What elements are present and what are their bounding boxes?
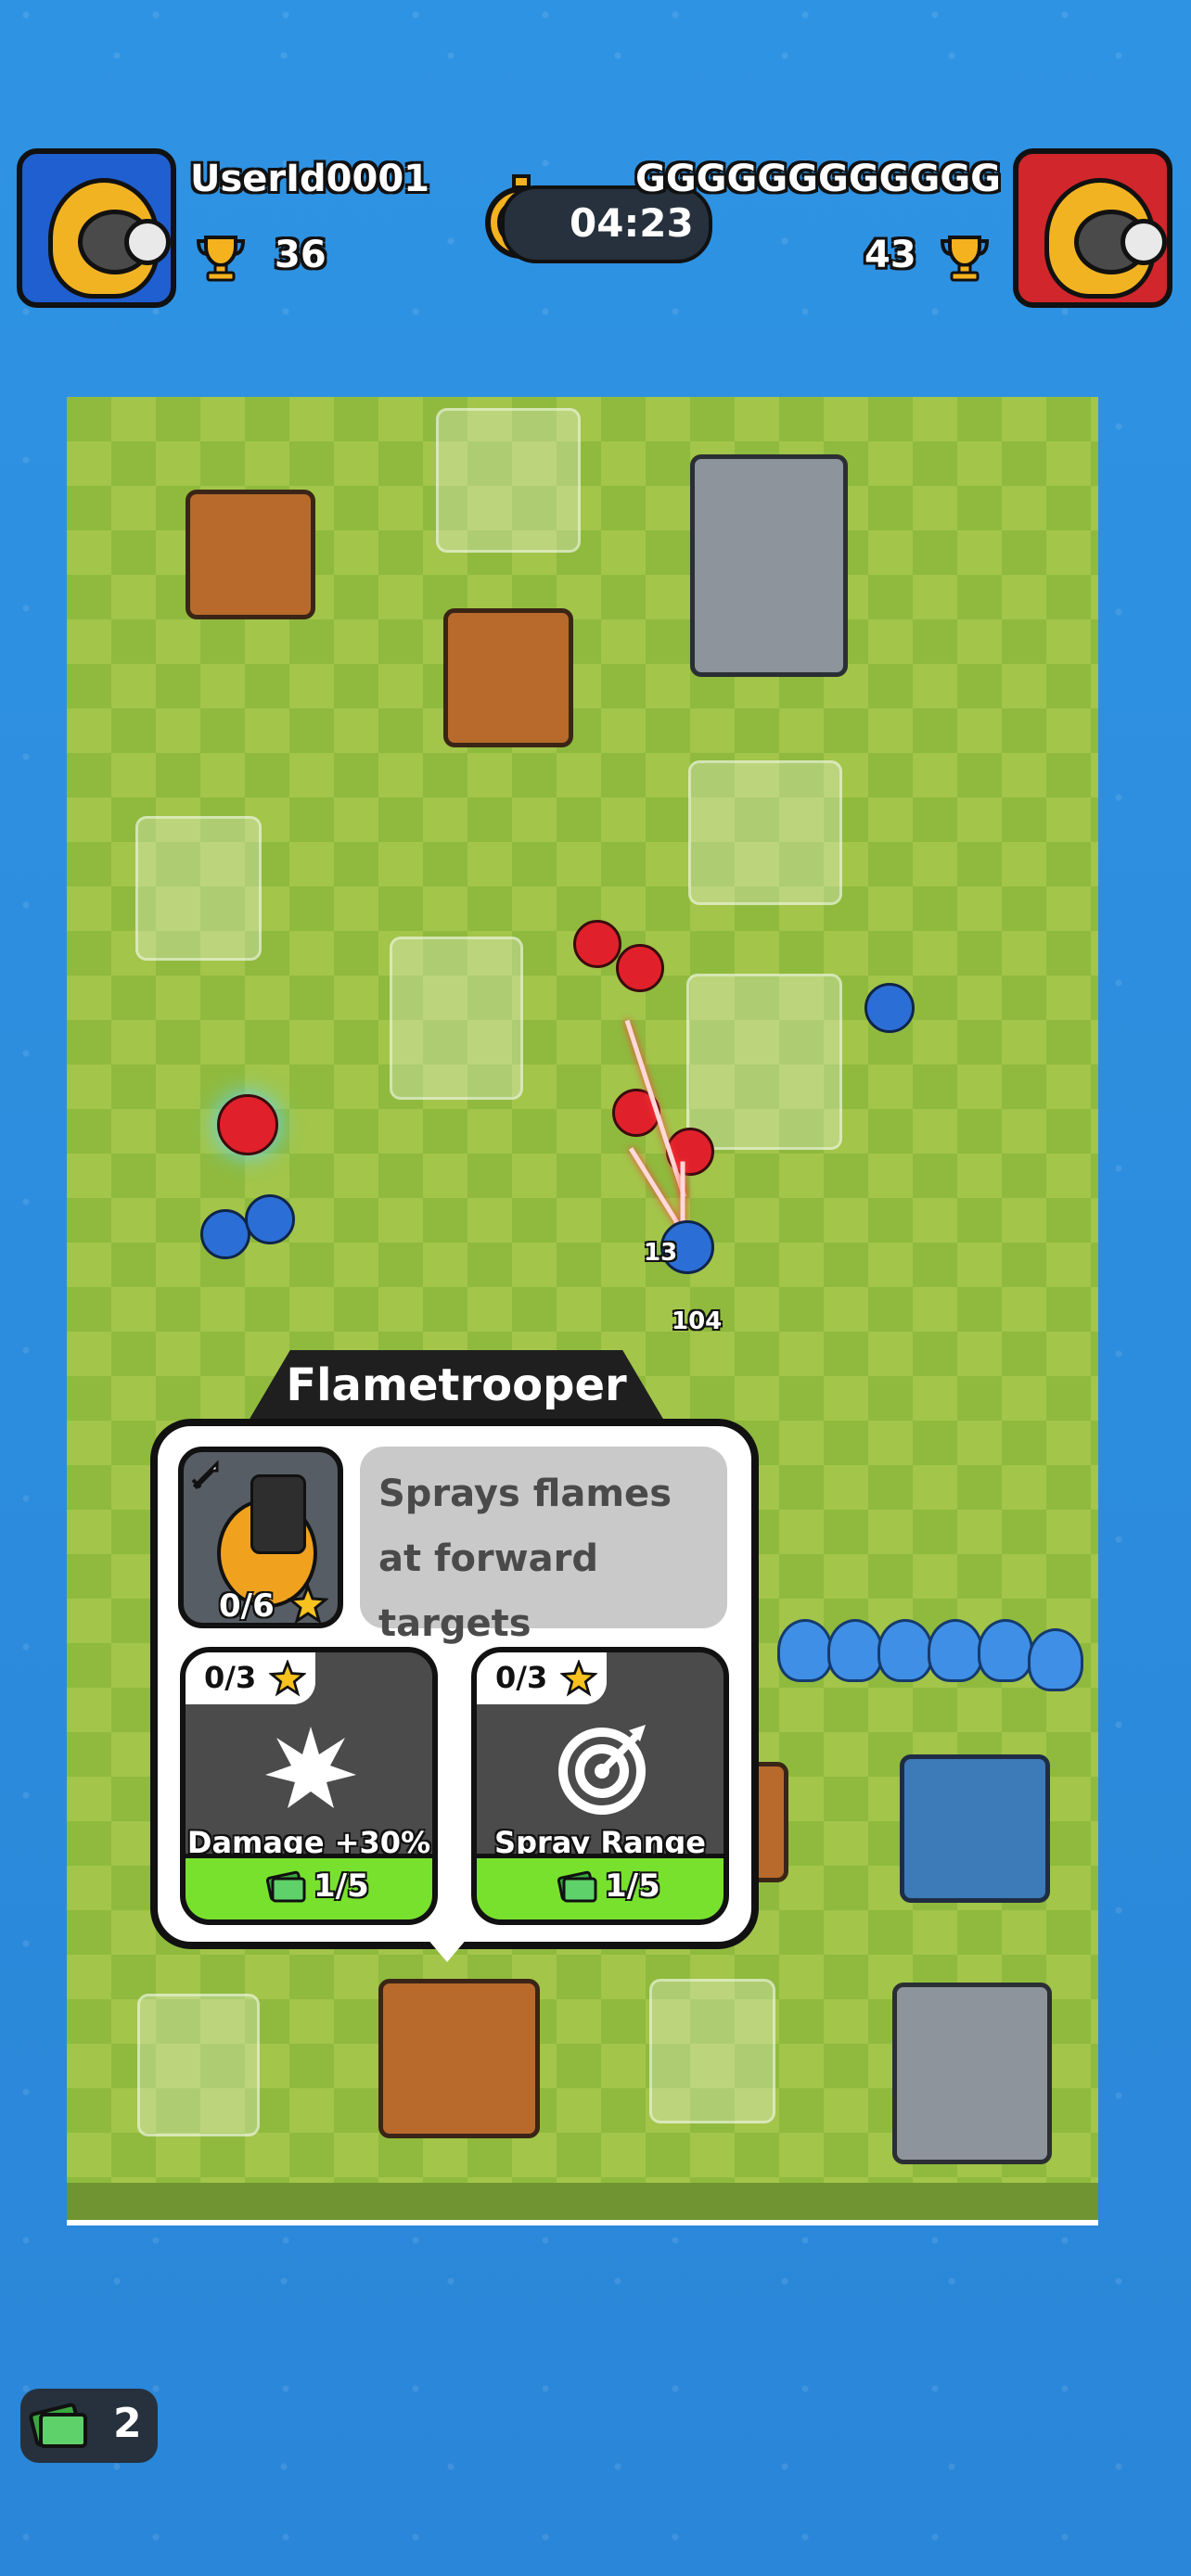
sword-icon <box>191 1460 219 1490</box>
explosion-icon <box>265 1727 356 1808</box>
cash-counter: 2 <box>20 2389 158 2463</box>
upgrade-card-spray-range[interactable]: 0/3 Spray Range +30% 1/5 <box>471 1647 729 1925</box>
player-building-tent[interactable] <box>900 1754 1050 1903</box>
popup-title-tab: Flametrooper <box>249 1350 664 1421</box>
player-avatar-left[interactable] <box>17 148 176 308</box>
target-icon <box>558 1725 646 1815</box>
unit-star-count: 0/6 <box>219 1588 275 1625</box>
player-name-right: GGGGGGGGGGGG <box>635 158 1001 200</box>
damage-number: 104 <box>672 1307 723 1335</box>
blue-squad-unit <box>978 1619 1033 1682</box>
cash-icon <box>557 1870 597 1903</box>
unit-flamethrower <box>250 1474 306 1554</box>
building-slot-ghost[interactable] <box>686 974 842 1150</box>
cash-icon <box>29 2403 87 2448</box>
blue-squad-unit <box>827 1619 883 1682</box>
building-slot-ghost[interactable] <box>137 1994 260 2136</box>
cash-amount: 2 <box>113 2400 142 2447</box>
building-slot-ghost[interactable] <box>649 1979 775 2123</box>
upgrade-stars: 0/3 <box>495 1660 548 1695</box>
trophy-count-right: 43 <box>864 234 916 276</box>
top-hud: UserId0001 36 04:23 GGGGGGGGGGGG 43 <box>0 0 1191 334</box>
avatar-nozzle <box>124 219 171 265</box>
damage-number: 13 <box>644 1239 678 1267</box>
timer-value: 04:23 <box>570 200 694 246</box>
popup-title: Flametrooper <box>286 1359 627 1411</box>
trophy-count-left: 36 <box>275 234 327 276</box>
upgrade-cost[interactable]: 1/5 <box>477 1854 724 1919</box>
enemy-flametrooper <box>217 1094 278 1155</box>
building-slot-ghost[interactable] <box>135 816 262 961</box>
trophy-icon <box>196 236 246 282</box>
enemy-unit <box>573 920 621 968</box>
blue-squad-unit <box>928 1619 983 1682</box>
star-icon <box>288 1584 328 1623</box>
enemy-building-turret[interactable] <box>443 608 573 747</box>
enemy-unit-blue <box>864 983 915 1033</box>
building-slot-ghost[interactable] <box>688 760 842 905</box>
player-building-factory[interactable] <box>892 1983 1052 2164</box>
upgrade-stars: 0/3 <box>204 1660 257 1695</box>
upgrade-cost-value: 1/5 <box>314 1868 369 1905</box>
building-slot-ghost[interactable] <box>436 408 581 553</box>
player-name-left: UserId0001 <box>190 158 429 200</box>
blue-squad-unit <box>877 1619 933 1682</box>
blue-squad-unit <box>777 1619 833 1682</box>
star-icon <box>269 1660 306 1697</box>
player-unit <box>245 1194 295 1244</box>
blue-squad-unit <box>1028 1628 1083 1691</box>
cash-icon <box>265 1870 306 1903</box>
unit-description-box: Sprays flames at forward targets <box>360 1447 727 1645</box>
trophy-icon <box>940 236 990 282</box>
unit-description: Sprays flames at forward targets <box>378 1473 672 1645</box>
player-building-forge[interactable] <box>378 1979 540 2138</box>
player-avatar-right[interactable] <box>1013 148 1172 308</box>
player-unit <box>200 1209 250 1259</box>
upgrade-cost-value: 1/5 <box>605 1868 660 1905</box>
avatar-nozzle <box>1121 219 1167 265</box>
upgrade-star-tag: 0/3 <box>477 1652 607 1704</box>
upgrade-star-tag: 0/3 <box>186 1652 315 1704</box>
laser-beam <box>680 1161 685 1227</box>
enemy-unit <box>616 944 664 992</box>
enemy-building-furnace[interactable] <box>186 490 315 619</box>
upgrade-card-damage[interactable]: 0/3 Damage +30% 1/5 <box>180 1647 438 1925</box>
star-icon <box>560 1660 597 1697</box>
upgrade-cost[interactable]: 1/5 <box>186 1854 432 1919</box>
enemy-building-factory[interactable] <box>690 454 848 677</box>
unit-portrait[interactable]: 0/6 <box>178 1447 343 1628</box>
board-base-line <box>67 2220 1098 2225</box>
building-slot-ghost[interactable] <box>390 937 523 1100</box>
board-edge <box>67 2183 1098 2220</box>
